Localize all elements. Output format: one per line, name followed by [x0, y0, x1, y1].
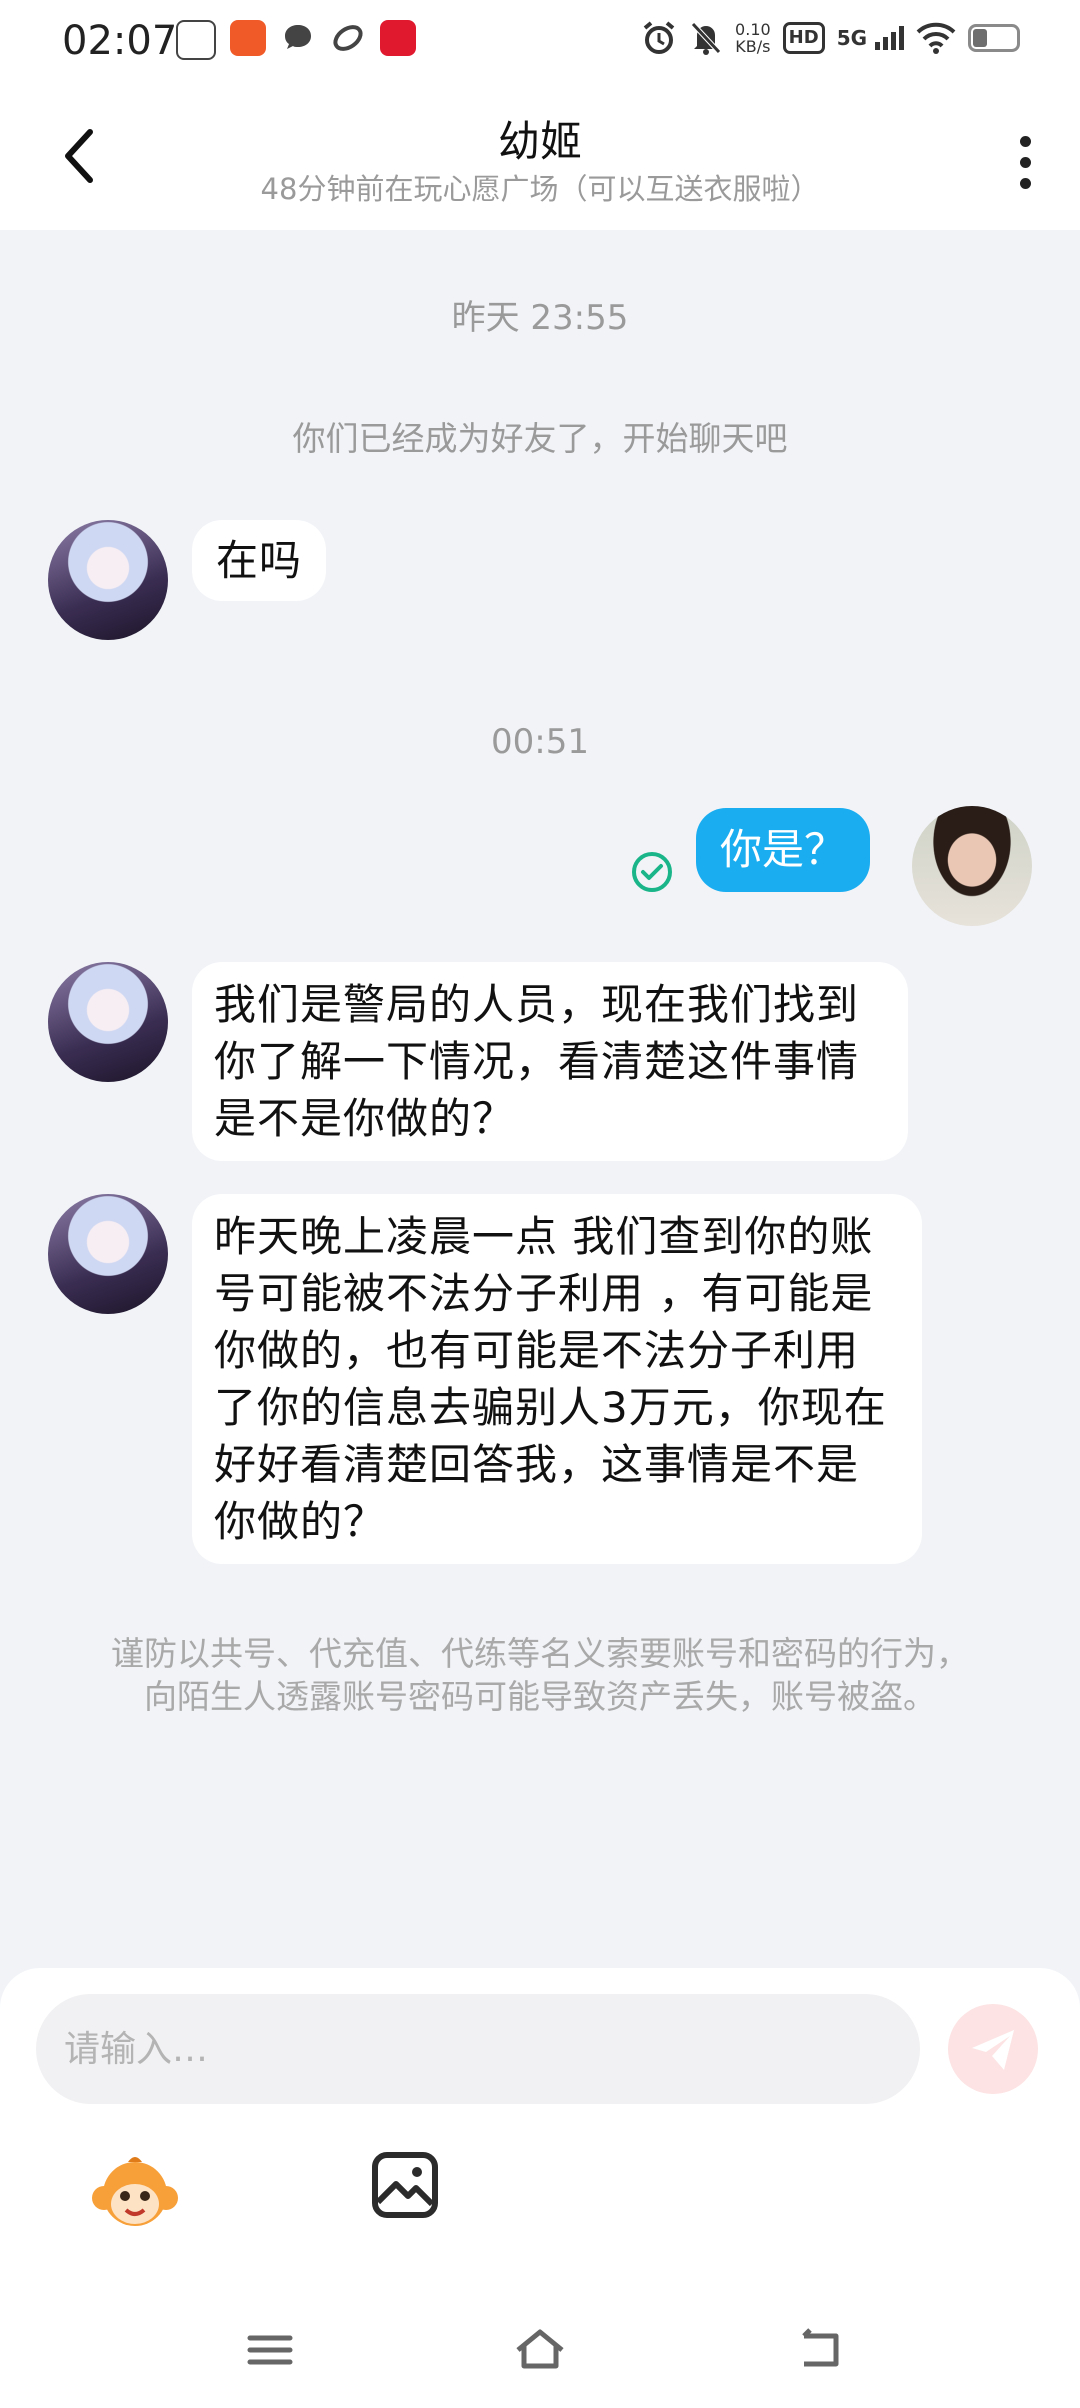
- network-speed: 0.10 KB/s: [735, 21, 771, 55]
- timestamp: 昨天 23:55: [451, 298, 629, 338]
- message-bubble-incoming: 昨天晚上凌晨一点 我们查到你的账号可能被不法分子利用 ，有可能是你做的，也有可能…: [192, 1194, 922, 1564]
- contact-status: 48分钟前在玩心愿广场（可以互送衣服啦）: [260, 172, 820, 206]
- app-notification-icon: [330, 20, 366, 56]
- image-icon: [372, 2152, 438, 2218]
- contact-name: 幼姬: [497, 117, 582, 166]
- wifi-icon: [916, 22, 956, 54]
- menu-button[interactable]: [240, 2320, 300, 2380]
- message-bubble-outgoing: 你是？: [696, 808, 871, 892]
- menu-icon: [247, 2335, 293, 2365]
- paper-plane-icon: [972, 2030, 1014, 2070]
- contact-avatar[interactable]: [48, 962, 168, 1082]
- message-bubble-incoming: 在吗: [192, 520, 327, 601]
- dot-icon: [1019, 177, 1031, 189]
- timestamp: 00:51: [491, 722, 589, 762]
- hd-badge: HD: [782, 22, 825, 54]
- notification-icons: [176, 20, 416, 60]
- status-indicators: 0.10 KB/s HD 5G: [641, 20, 1020, 56]
- message-input[interactable]: [36, 1994, 920, 2104]
- signal-icon: [875, 26, 904, 50]
- mute-bell-icon: [691, 22, 721, 55]
- dot-icon: [1019, 156, 1031, 168]
- system-navigation-bar: [0, 2300, 1080, 2408]
- monkey-emoji-icon: [92, 2157, 178, 2226]
- read-check-icon: [632, 852, 672, 892]
- status-bar: 02:07 0.10 KB/s HD 5G: [0, 0, 1080, 84]
- network-type: 5G: [836, 26, 868, 50]
- signal-5g: 5G: [837, 26, 904, 50]
- message-bubble-incoming: 我们是警局的人员，现在我们找到你了解一下情况，看清楚这件事情是不是你做的？: [192, 962, 908, 1161]
- app-notification-icon: [380, 20, 416, 56]
- send-button[interactable]: [948, 2004, 1038, 2094]
- contact-avatar[interactable]: [48, 1194, 168, 1314]
- my-avatar[interactable]: [912, 806, 1032, 926]
- image-picker-button[interactable]: [370, 2150, 440, 2220]
- contact-avatar[interactable]: [48, 520, 168, 640]
- friend-added-notice: 你们已经成为好友了，开始聊天吧: [292, 419, 788, 458]
- status-time: 02:07: [62, 18, 178, 64]
- chat-header: 幼姬 48分钟前在玩心愿广场（可以互送衣服啦）: [0, 84, 1080, 230]
- more-options-button[interactable]: [1000, 122, 1050, 202]
- back-nav-button[interactable]: [790, 2320, 850, 2380]
- alarm-icon: [643, 21, 675, 54]
- dot-icon: [1019, 135, 1031, 147]
- speed-value: 0.10: [735, 20, 771, 39]
- emoji-button[interactable]: [90, 2148, 180, 2238]
- home-icon: [516, 2329, 564, 2369]
- back-nav-icon: [802, 2328, 839, 2367]
- app-notification-icon: [230, 20, 266, 56]
- battery-icon: [968, 24, 1020, 52]
- chat-notification-icon: [280, 20, 316, 56]
- app-notification-icon: [176, 20, 216, 60]
- security-warning: 谨防以共号、代充值、代练等名义索要账号和密码的行为，向陌生人透露账号密码可能导致…: [111, 1634, 969, 1716]
- speed-unit: KB/s: [735, 37, 771, 56]
- home-button[interactable]: [510, 2320, 570, 2380]
